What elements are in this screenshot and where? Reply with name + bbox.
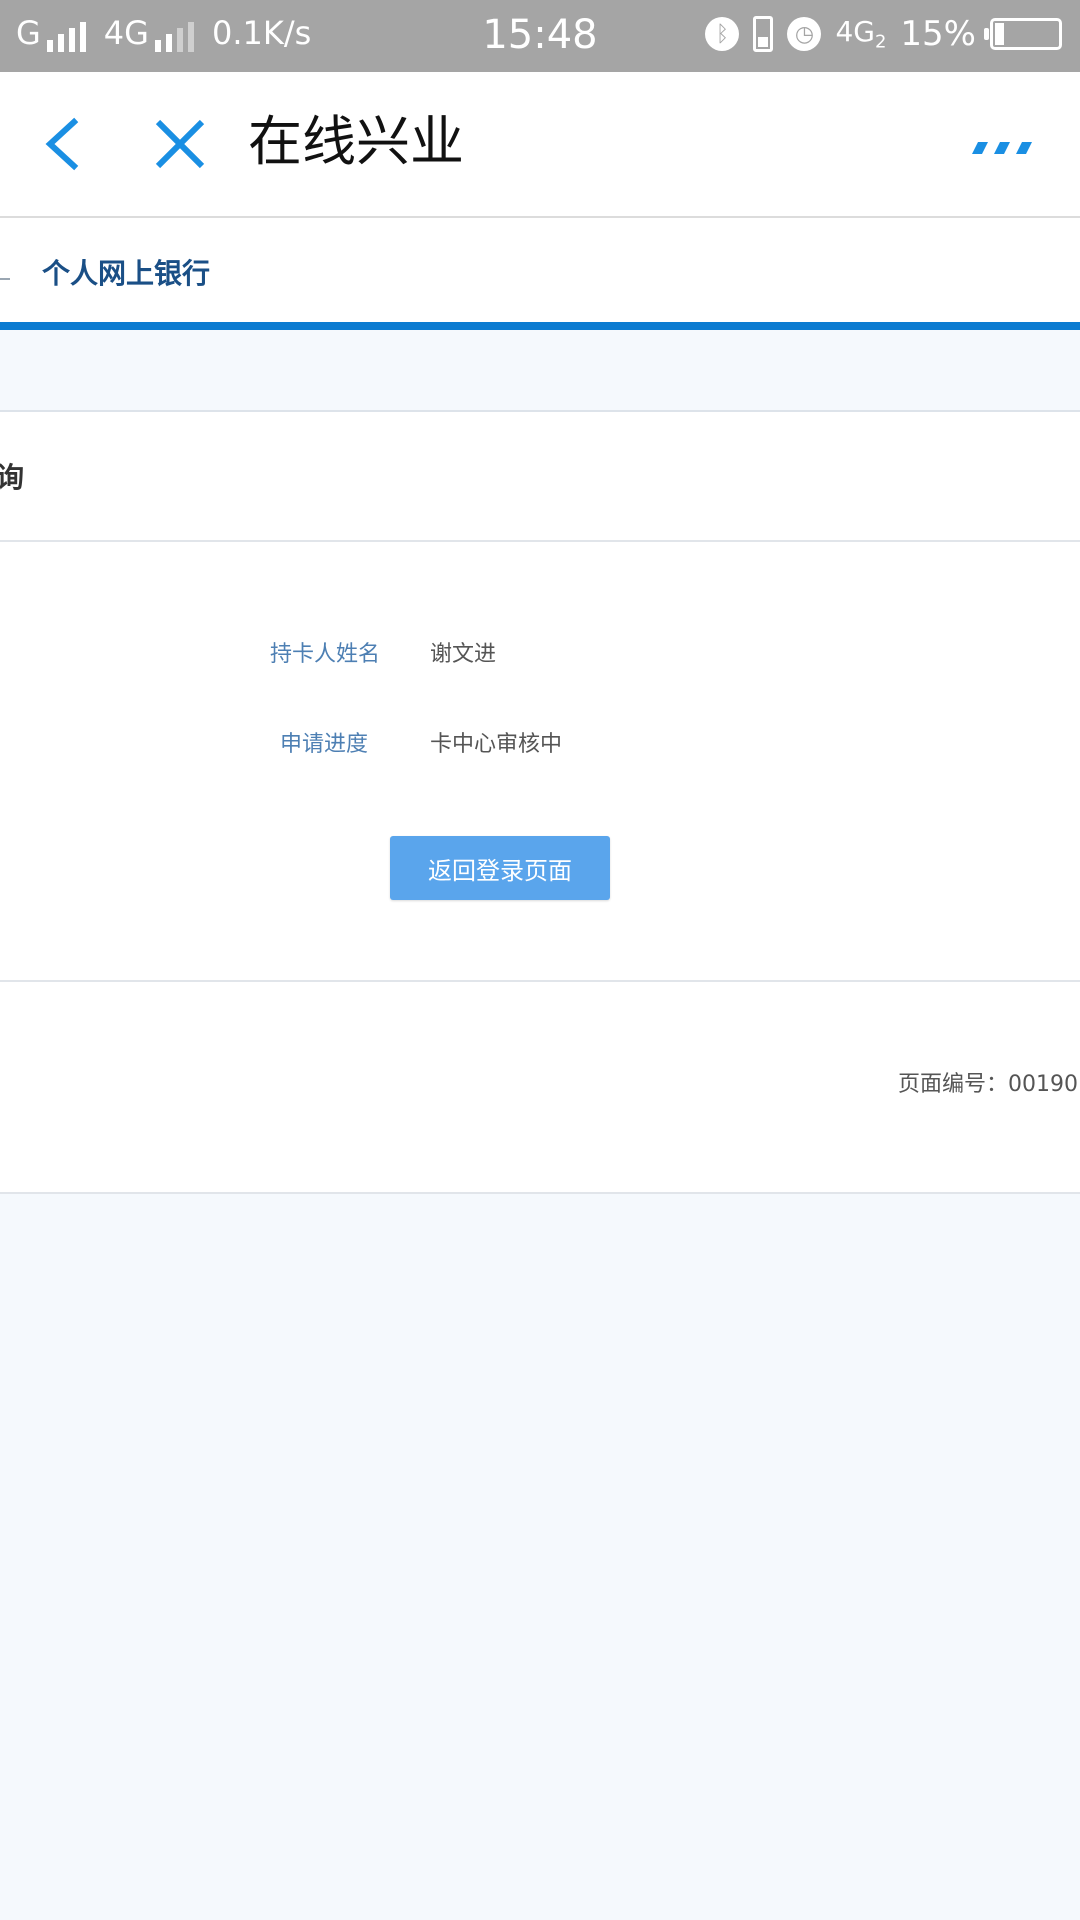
tab-bar: 个人网上银行 [0, 218, 1080, 330]
app-header: 在线兴业 [0, 72, 1080, 218]
status-right: ᛒ ◷ 4G2 15% [705, 14, 1062, 54]
application-status-card: 持卡人姓名 谢文进 申请进度 卡中心审核中 返回登录页面 [0, 542, 1080, 982]
page-number-label: 页面编号： [898, 1072, 1009, 1097]
application-progress-label: 申请进度 [279, 732, 368, 757]
alarm-icon: ◷ [787, 17, 822, 51]
bluetooth-icon: ᛒ [705, 17, 740, 51]
device-battery-icon [753, 16, 774, 52]
page-title: 在线兴业 [248, 110, 464, 173]
tab-personal-online-banking[interactable]: 个人网上银行 [42, 252, 210, 292]
page-footer: 页面编号：00190 [0, 982, 1080, 1194]
section-header: 询 [0, 412, 1080, 542]
application-progress-value: 卡中心审核中 [430, 732, 563, 757]
page-number-value: 00190 [1008, 1072, 1079, 1097]
section-title: 询 [0, 461, 25, 494]
back-arrow-icon[interactable] [40, 116, 90, 172]
cardholder-name-value: 谢文进 [430, 642, 497, 667]
battery-fill [995, 23, 1005, 45]
close-icon[interactable] [152, 116, 208, 172]
cardholder-name-label: 持卡人姓名 [269, 642, 380, 667]
content-spacer [0, 330, 1080, 412]
more-options-icon[interactable] [968, 136, 1032, 160]
network-type-2: 4G2 [835, 15, 887, 53]
battery-icon [984, 18, 1062, 50]
page-number: 页面编号：00190 [898, 1066, 1078, 1098]
return-to-login-button[interactable]: 返回登录页面 [390, 836, 610, 900]
battery-percent: 15% [900, 14, 976, 54]
status-bar: G 4G 0.1K/s 15:48 ᛒ ◷ 4G2 15% [0, 0, 1080, 72]
tab-divider [0, 278, 10, 280]
